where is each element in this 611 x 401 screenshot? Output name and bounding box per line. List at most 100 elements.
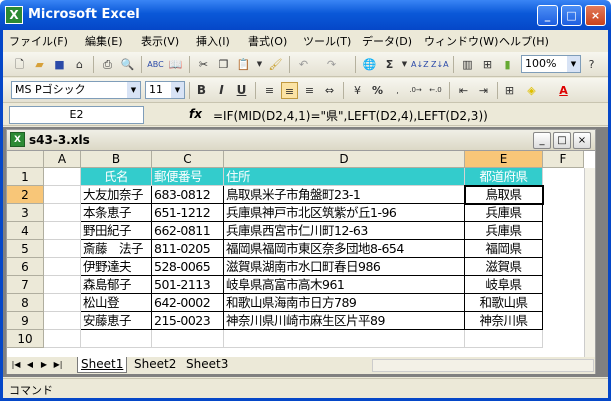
header-cell-address[interactable]: 住所 <box>224 168 465 186</box>
undo-icon[interactable]: ↶ <box>295 56 312 73</box>
spelling-icon[interactable]: ABC <box>147 56 164 73</box>
zoom-select[interactable]: 100% ▼ <box>521 55 581 73</box>
paste-dropdown-icon[interactable]: ▼ <box>251 56 268 73</box>
workbook-restore-button[interactable]: □ <box>553 132 571 149</box>
row-header[interactable]: 6 <box>7 258 44 276</box>
cell[interactable] <box>224 330 465 348</box>
column-header-b[interactable]: B <box>81 151 152 168</box>
save-icon[interactable]: ■ <box>51 56 68 73</box>
comma-style-icon[interactable]: , <box>389 82 406 99</box>
cell-name[interactable]: 森島郁子 <box>81 276 152 294</box>
cell-prefecture[interactable]: 和歌山県 <box>465 294 543 312</box>
cell-address[interactable]: 滋賀県湖南市水口町春日986 <box>224 258 465 276</box>
cell-prefecture[interactable]: 兵庫県 <box>465 204 543 222</box>
vertical-scrollbar[interactable] <box>584 168 595 357</box>
minimize-button[interactable]: _ <box>537 5 558 26</box>
row-header[interactable]: 10 <box>7 330 44 348</box>
chart-wizard-icon[interactable]: ▥ <box>459 56 476 73</box>
cell-address[interactable]: 福岡県福岡市東区奈多団地8-654 <box>224 240 465 258</box>
tab-sheet1[interactable]: Sheet1 <box>77 357 128 373</box>
cell-name[interactable]: 斎藤 法子 <box>81 240 152 258</box>
cell-postal[interactable]: 811-0205 <box>152 240 224 258</box>
column-header-a[interactable]: A <box>44 151 81 168</box>
cell[interactable] <box>44 294 81 312</box>
borders-icon[interactable]: ⊞ <box>501 82 518 99</box>
row-header[interactable]: 3 <box>7 204 44 222</box>
cell-postal[interactable]: 528-0065 <box>152 258 224 276</box>
cell-address[interactable]: 兵庫県西宮市仁川町12-63 <box>224 222 465 240</box>
merge-center-icon[interactable]: ⇔ <box>321 82 338 99</box>
redo-icon[interactable]: ↷ <box>323 56 340 73</box>
cell[interactable] <box>44 168 81 186</box>
first-sheet-icon[interactable]: |◀ <box>10 359 22 371</box>
menu-view[interactable]: 表示(V) <box>141 33 179 49</box>
currency-icon[interactable]: ¥ <box>349 82 366 99</box>
format-painter-icon[interactable]: 🖌 <box>267 56 284 73</box>
drawing-icon[interactable]: ⊞ <box>479 56 496 73</box>
cell-postal[interactable]: 683-0812 <box>152 186 224 204</box>
sort-ascending-icon[interactable]: A↓Z <box>411 56 429 73</box>
formula-input[interactable]: =IF(MID(D2,4,1)="県",LEFT(D2,4),LEFT(D2,3… <box>213 107 488 124</box>
name-box[interactable]: E2 <box>9 106 144 124</box>
print-icon[interactable]: ⎙ <box>99 56 116 73</box>
cut-icon[interactable]: ✂ <box>195 56 212 73</box>
row-header[interactable]: 2 <box>7 186 44 204</box>
align-center-icon[interactable]: ≡ <box>281 82 298 99</box>
cell[interactable] <box>44 240 81 258</box>
cell-postal[interactable]: 662-0811 <box>152 222 224 240</box>
cell-name[interactable]: 伊野達夫 <box>81 258 152 276</box>
increase-indent-icon[interactable]: ⇥ <box>475 82 492 99</box>
menu-file[interactable]: ファイル(F) <box>9 33 68 49</box>
header-cell-prefecture[interactable]: 都道府県 <box>465 168 543 186</box>
font-color-button[interactable]: A <box>555 82 572 99</box>
row-header[interactable]: 4 <box>7 222 44 240</box>
row-header[interactable]: 7 <box>7 276 44 294</box>
cell-name[interactable]: 安藤恵子 <box>81 312 152 330</box>
cell-prefecture[interactable]: 岐阜県 <box>465 276 543 294</box>
cell[interactable] <box>44 186 81 204</box>
last-sheet-icon[interactable]: ▶| <box>52 359 64 371</box>
tab-sheet2[interactable]: Sheet2 <box>131 357 179 373</box>
copy-icon[interactable]: ❐ <box>215 56 232 73</box>
cell-prefecture[interactable]: 神奈川県 <box>465 312 543 330</box>
cell-name[interactable]: 野田紀子 <box>81 222 152 240</box>
menu-tools[interactable]: ツール(T) <box>303 33 351 49</box>
cell[interactable] <box>44 204 81 222</box>
help-icon[interactable]: ? <box>583 56 600 73</box>
row-header[interactable]: 1 <box>7 168 44 186</box>
cell-name[interactable]: 大友加奈子 <box>81 186 152 204</box>
underline-button[interactable]: U <box>233 82 250 99</box>
increase-decimal-icon[interactable]: .0→ <box>407 82 424 99</box>
cell-name[interactable]: 本条恵子 <box>81 204 152 222</box>
cell[interactable] <box>465 330 543 348</box>
chart-icon[interactable]: ▮ <box>499 56 516 73</box>
select-all-corner[interactable] <box>7 151 44 168</box>
next-sheet-icon[interactable]: ▶ <box>38 359 50 371</box>
cell[interactable] <box>44 312 81 330</box>
column-header-e[interactable]: E <box>465 151 543 168</box>
cell-postal[interactable]: 642-0002 <box>152 294 224 312</box>
sort-descending-icon[interactable]: Z↓A <box>431 56 449 73</box>
print-preview-icon[interactable]: 🔍 <box>119 56 136 73</box>
cell[interactable] <box>44 330 81 348</box>
font-select[interactable]: MS Pゴシック ▼ <box>11 81 141 99</box>
cell-prefecture[interactable]: 福岡県 <box>465 240 543 258</box>
percent-button[interactable]: % <box>369 82 386 99</box>
menu-data[interactable]: データ(D) <box>362 33 412 49</box>
align-right-icon[interactable]: ≡ <box>301 82 318 99</box>
header-cell-postal[interactable]: 郵便番号 <box>152 168 224 186</box>
column-header-f[interactable]: F <box>543 151 584 168</box>
paste-icon[interactable]: 📋 <box>235 56 252 73</box>
hyperlink-icon[interactable]: 🌐 <box>361 56 378 73</box>
open-icon[interactable]: ▰ <box>31 56 48 73</box>
insert-function-icon[interactable]: fx <box>189 107 202 121</box>
cell-name[interactable]: 松山登 <box>81 294 152 312</box>
horizontal-scrollbar[interactable] <box>372 359 594 372</box>
cell-postal[interactable]: 651-1212 <box>152 204 224 222</box>
cell[interactable] <box>44 276 81 294</box>
workbook-close-button[interactable]: × <box>573 132 591 149</box>
maximize-button[interactable]: □ <box>561 5 582 26</box>
menu-format[interactable]: 書式(O) <box>248 33 287 49</box>
row-header[interactable]: 9 <box>7 312 44 330</box>
cell-address[interactable]: 鳥取県米子市角盤町23-1 <box>224 186 465 204</box>
